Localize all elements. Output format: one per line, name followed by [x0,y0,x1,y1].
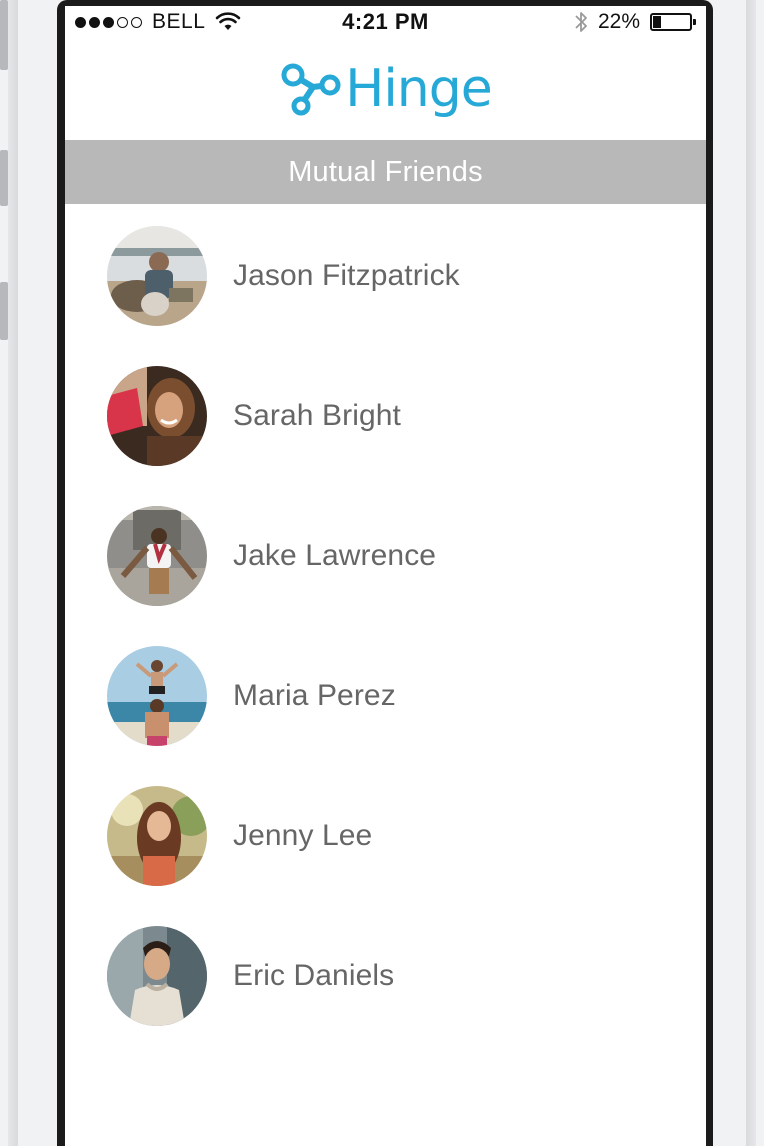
section-title: Mutual Friends [288,155,483,188]
avatar [107,506,207,606]
avatar [107,786,207,886]
list-item[interactable]: Sarah Bright [65,356,706,476]
battery-nub [693,19,696,25]
avatar-photo [107,506,207,606]
hinge-logo[interactable]: Hinge [279,59,493,119]
friend-name: Jenny Lee [233,819,373,852]
section-header: Mutual Friends [65,140,706,204]
avatar-photo [107,366,207,466]
mute-switch [0,0,8,70]
avatar-photo [107,926,207,1026]
device-edge-right [746,0,756,1146]
avatar [107,646,207,746]
friend-name: Sarah Bright [233,399,401,432]
list-item[interactable]: Jake Lawrence [65,496,706,616]
volume-up-button [0,150,8,206]
device-edge-left [8,0,18,1146]
status-right: 22% [574,10,696,34]
bluetooth-icon [575,12,587,32]
phone-device: BELL 4:21 PM 22% Hinge Mutual Friends Ja… [0,0,764,1146]
avatar-photo [107,786,207,886]
avatar [107,226,207,326]
app-header: Hinge [65,40,706,138]
battery-icon [650,13,696,31]
friend-name: Jason Fitzpatrick [233,259,460,292]
avatar-photo [107,226,207,326]
app-screen: BELL 4:21 PM 22% Hinge Mutual Friends Ja… [65,6,706,1146]
avatar [107,366,207,466]
status-bar: BELL 4:21 PM 22% [65,6,706,40]
friend-name: Maria Perez [233,679,396,712]
hinge-logo-text: Hinge [345,59,493,119]
battery-level-fill [653,16,661,28]
avatar-photo [107,646,207,746]
volume-down-button [0,282,8,340]
list-item[interactable]: Jason Fitzpatrick [65,216,706,336]
hinge-logo-icon [281,63,341,116]
battery-percent: 22% [597,10,640,33]
friend-name: Jake Lawrence [233,539,437,572]
list-item[interactable]: Eric Daniels [65,916,706,1036]
list-item[interactable]: Jenny Lee [65,776,706,896]
friend-name: Eric Daniels [233,959,395,992]
avatar [107,926,207,1026]
list-item[interactable]: Maria Perez [65,636,706,756]
